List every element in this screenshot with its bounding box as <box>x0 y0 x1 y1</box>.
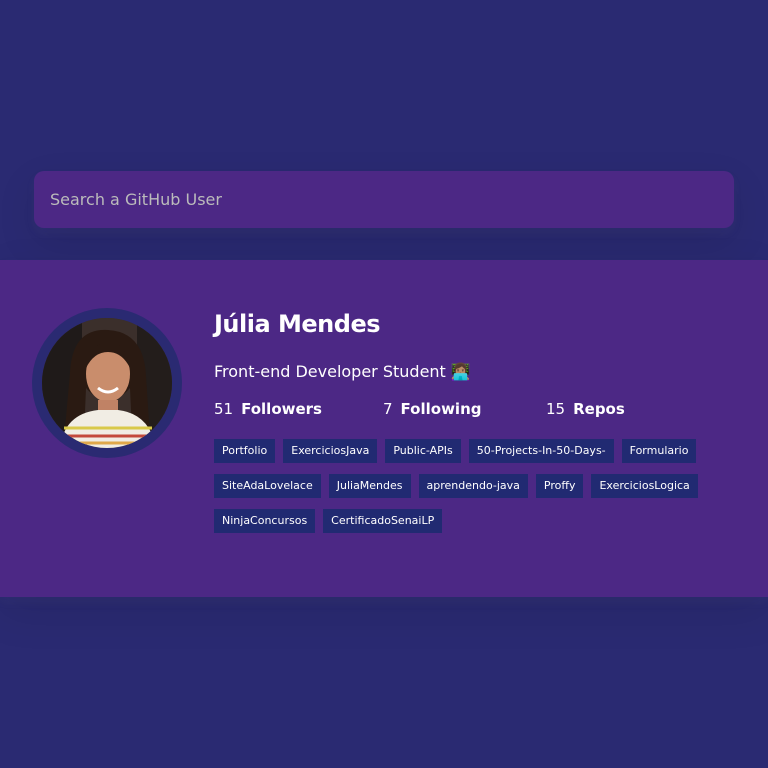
repo-link[interactable]: Formulario <box>621 439 697 463</box>
repo-link[interactable]: ExerciciosLogica <box>591 474 698 498</box>
following-count: 7 <box>383 400 393 418</box>
followers-label: Followers <box>241 400 322 418</box>
avatar <box>42 318 172 448</box>
page: Júlia Mendes Front-end Developer Student… <box>0 0 768 768</box>
following-label: Following <box>400 400 482 418</box>
user-bio: Front-end Developer Student 👩🏽‍💻 <box>214 362 471 381</box>
user-avatar-photo-icon <box>42 318 172 448</box>
repo-link[interactable]: Portfolio <box>214 439 276 463</box>
stat-followers: 51 Followers <box>214 400 383 418</box>
repo-link[interactable]: NinjaConcursos <box>214 509 316 533</box>
avatar-ring <box>32 308 182 458</box>
stat-repos: 15 Repos <box>546 400 625 418</box>
repo-link[interactable]: 50-Projects-In-50-Days- <box>468 439 614 463</box>
repos-label: Repos <box>573 400 625 418</box>
repos-count: 15 <box>546 400 566 418</box>
user-card: Júlia Mendes Front-end Developer Student… <box>0 260 768 597</box>
search-input[interactable] <box>34 171 734 228</box>
repo-link[interactable]: SiteAdaLovelace <box>214 474 321 498</box>
repo-link[interactable]: JuliaMendes <box>328 474 411 498</box>
user-name: Júlia Mendes <box>214 310 381 338</box>
repo-link[interactable]: ExerciciosJava <box>283 439 378 463</box>
user-stats: 51 Followers 7 Following 15 Repos <box>214 397 734 421</box>
repo-link[interactable]: aprendendo-java <box>418 474 528 498</box>
stat-following: 7 Following <box>383 400 546 418</box>
repo-link[interactable]: CertificadoSenaiLP <box>323 509 443 533</box>
repo-link[interactable]: Public-APIs <box>385 439 461 463</box>
repo-list: Portfolio ExerciciosJava Public-APIs 50-… <box>214 439 734 544</box>
search-form <box>34 171 734 228</box>
repo-link[interactable]: Proffy <box>535 474 584 498</box>
followers-count: 51 <box>214 400 234 418</box>
user-info: Júlia Mendes Front-end Developer Student… <box>214 308 734 544</box>
